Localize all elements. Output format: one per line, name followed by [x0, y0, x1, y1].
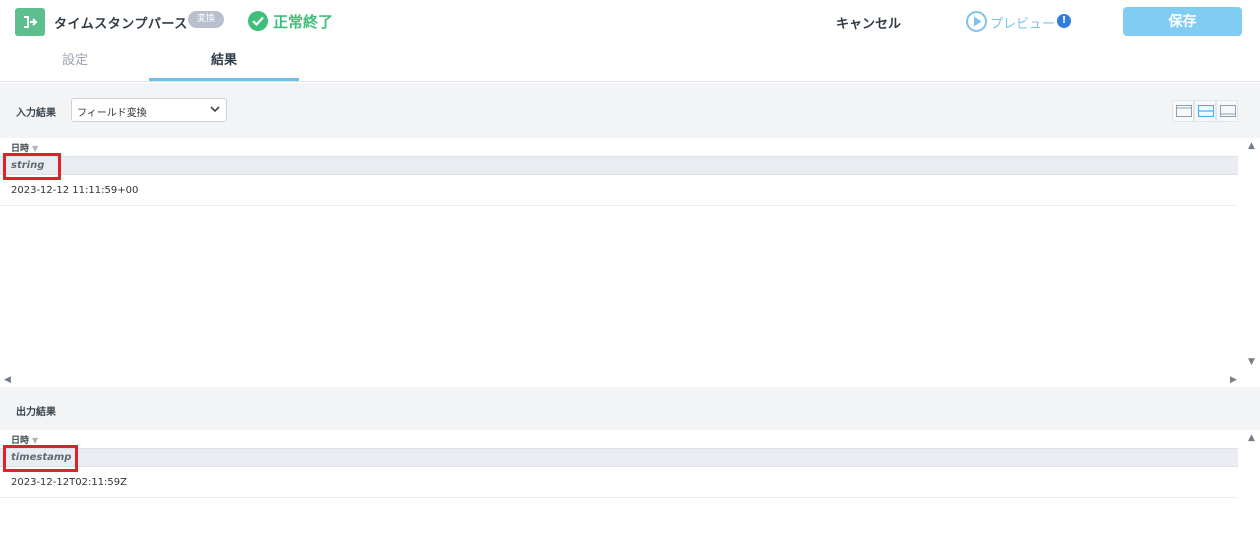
tab-settings[interactable]: 設定	[0, 44, 150, 81]
output-table: 日時 ▼ timestamp 2023-12-12T02:11:59Z	[0, 430, 1238, 541]
preview-label: プレビュー	[990, 17, 1056, 32]
check-circle-icon	[248, 11, 268, 31]
table-row: 2023-12-12 11:11:59+00	[0, 175, 1238, 206]
layout-top-icon	[1176, 105, 1192, 117]
sort-icon[interactable]: ▼	[32, 436, 38, 445]
table-cell: 2023-12-12T02:11:59Z	[11, 477, 127, 488]
type-row: timestamp	[0, 448, 1238, 467]
scroll-right-arrow[interactable]: ▶	[1230, 375, 1237, 385]
scroll-down-arrow[interactable]: ▼	[1248, 357, 1255, 367]
step-select-value: フィールド変換	[77, 108, 147, 119]
tab-results[interactable]: 結果	[149, 44, 299, 81]
layout-split-button[interactable]	[1194, 100, 1216, 122]
type-row: string	[0, 156, 1238, 175]
save-button[interactable]: 保存	[1123, 7, 1242, 36]
table-cell: 2023-12-12 11:11:59+00	[11, 185, 139, 196]
page-title: タイムスタンプパース	[54, 17, 188, 32]
type-badge: 変換	[188, 11, 224, 28]
output-toolbar: 出力結果	[0, 387, 1260, 430]
cancel-button[interactable]: キャンセル	[836, 13, 901, 32]
info-icon: !	[1057, 14, 1071, 28]
status-text: 正常終了	[273, 13, 334, 31]
output-section-label: 出力結果	[16, 407, 56, 418]
scroll-left-arrow[interactable]: ◀	[4, 375, 11, 385]
header: タイムスタンプパース 変換 正常終了 キャンセル プレビュー ! 保存	[0, 0, 1260, 44]
layout-bottom-icon	[1220, 105, 1236, 117]
input-section-label: 入力結果	[16, 108, 56, 119]
table-row: 2023-12-12T02:11:59Z	[0, 467, 1238, 498]
play-circle-icon	[966, 11, 987, 32]
chevron-down-icon	[210, 106, 220, 113]
scroll-up-arrow[interactable]: ▲	[1248, 141, 1255, 151]
scroll-up-arrow[interactable]: ▲	[1248, 433, 1255, 443]
sort-icon[interactable]: ▼	[32, 144, 38, 153]
layout-bottom-button[interactable]	[1216, 100, 1238, 122]
step-select[interactable]: フィールド変換	[71, 98, 227, 122]
app-window: タイムスタンプパース 変換 正常終了 キャンセル プレビュー ! 保存 設定 結…	[0, 0, 1260, 541]
layout-split-icon	[1198, 105, 1214, 117]
tab-bar: 設定 結果	[0, 44, 1260, 82]
layout-top-button[interactable]	[1172, 100, 1194, 122]
input-table: 日時 ▼ string 2023-12-12 11:11:59+00	[0, 138, 1238, 375]
input-toolbar: 入力結果 フィールド変換	[0, 83, 1260, 138]
transform-icon	[15, 8, 45, 36]
